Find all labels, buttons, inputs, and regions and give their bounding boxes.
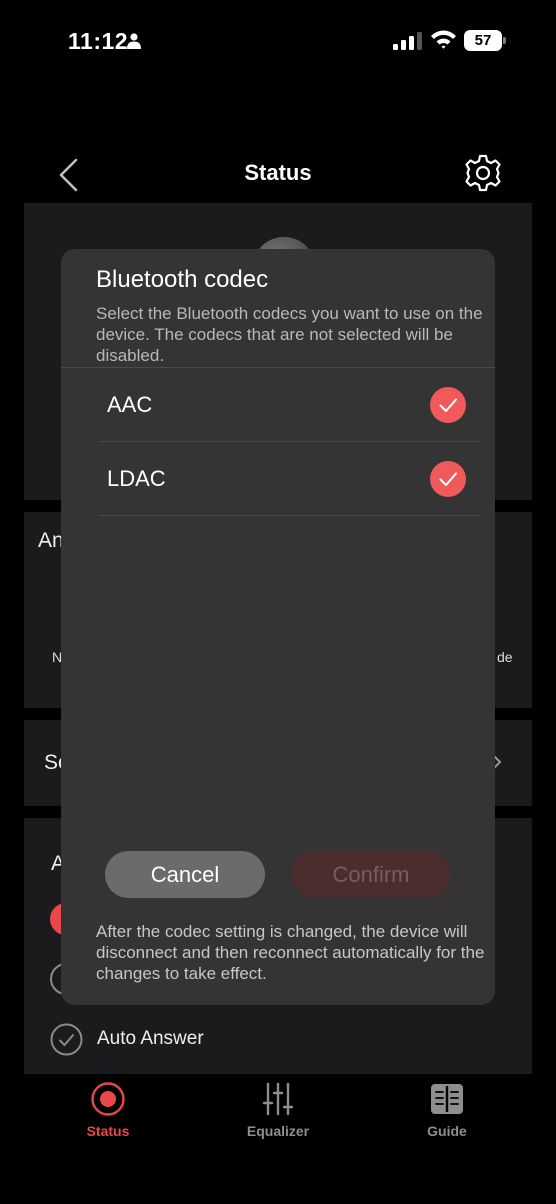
cellular-signal-icon: [393, 32, 422, 50]
gear-icon[interactable]: [463, 153, 503, 193]
status-record-icon: [91, 1082, 125, 1116]
codec-label: AAC: [107, 392, 153, 417]
auto-answer-label: Auto Answer: [97, 1028, 204, 1049]
cancel-button[interactable]: Cancel: [105, 851, 265, 898]
wifi-icon: [431, 30, 456, 49]
bottom-tab-bar: Status Equalizer Guide: [0, 1074, 556, 1204]
dialog-title: Bluetooth codec: [96, 266, 269, 293]
codec-row-ldac[interactable]: LDAC: [99, 442, 480, 516]
battery-level: 57: [464, 30, 502, 51]
dialog-description: Select the Bluetooth codecs you want to …: [96, 304, 483, 365]
codec-label: LDAC: [107, 466, 166, 491]
ambient-card-title-fragment: An: [38, 529, 64, 552]
bluetooth-codec-dialog: Bluetooth codec Select the Bluetooth cod…: [61, 249, 495, 1005]
status-bar: 11:12 57: [0, 0, 556, 84]
status-time: 11:12: [68, 28, 129, 54]
codec-row-aac[interactable]: AAC: [99, 368, 480, 442]
ambient-card-right-fragment: de: [497, 649, 513, 665]
checkmark-icon: [439, 472, 457, 486]
codec-checkbox-checked[interactable]: [430, 387, 466, 423]
battery-indicator: 57: [464, 30, 506, 51]
dialog-footer-note: After the codec setting is changed, the …: [96, 922, 485, 983]
guide-book-icon: [431, 1084, 463, 1114]
person-icon: [127, 33, 141, 49]
auto-answer-checkbox[interactable]: [50, 1023, 83, 1056]
codec-checkbox-checked[interactable]: [430, 461, 466, 497]
equalizer-sliders-icon: [262, 1082, 294, 1116]
tab-label: Status: [86, 1123, 130, 1139]
battery-tip: [503, 37, 506, 44]
tab-label: Equalizer: [246, 1123, 310, 1139]
confirm-button[interactable]: Confirm: [291, 851, 451, 898]
tab-label: Guide: [427, 1123, 467, 1139]
checkmark-icon: [439, 398, 457, 412]
